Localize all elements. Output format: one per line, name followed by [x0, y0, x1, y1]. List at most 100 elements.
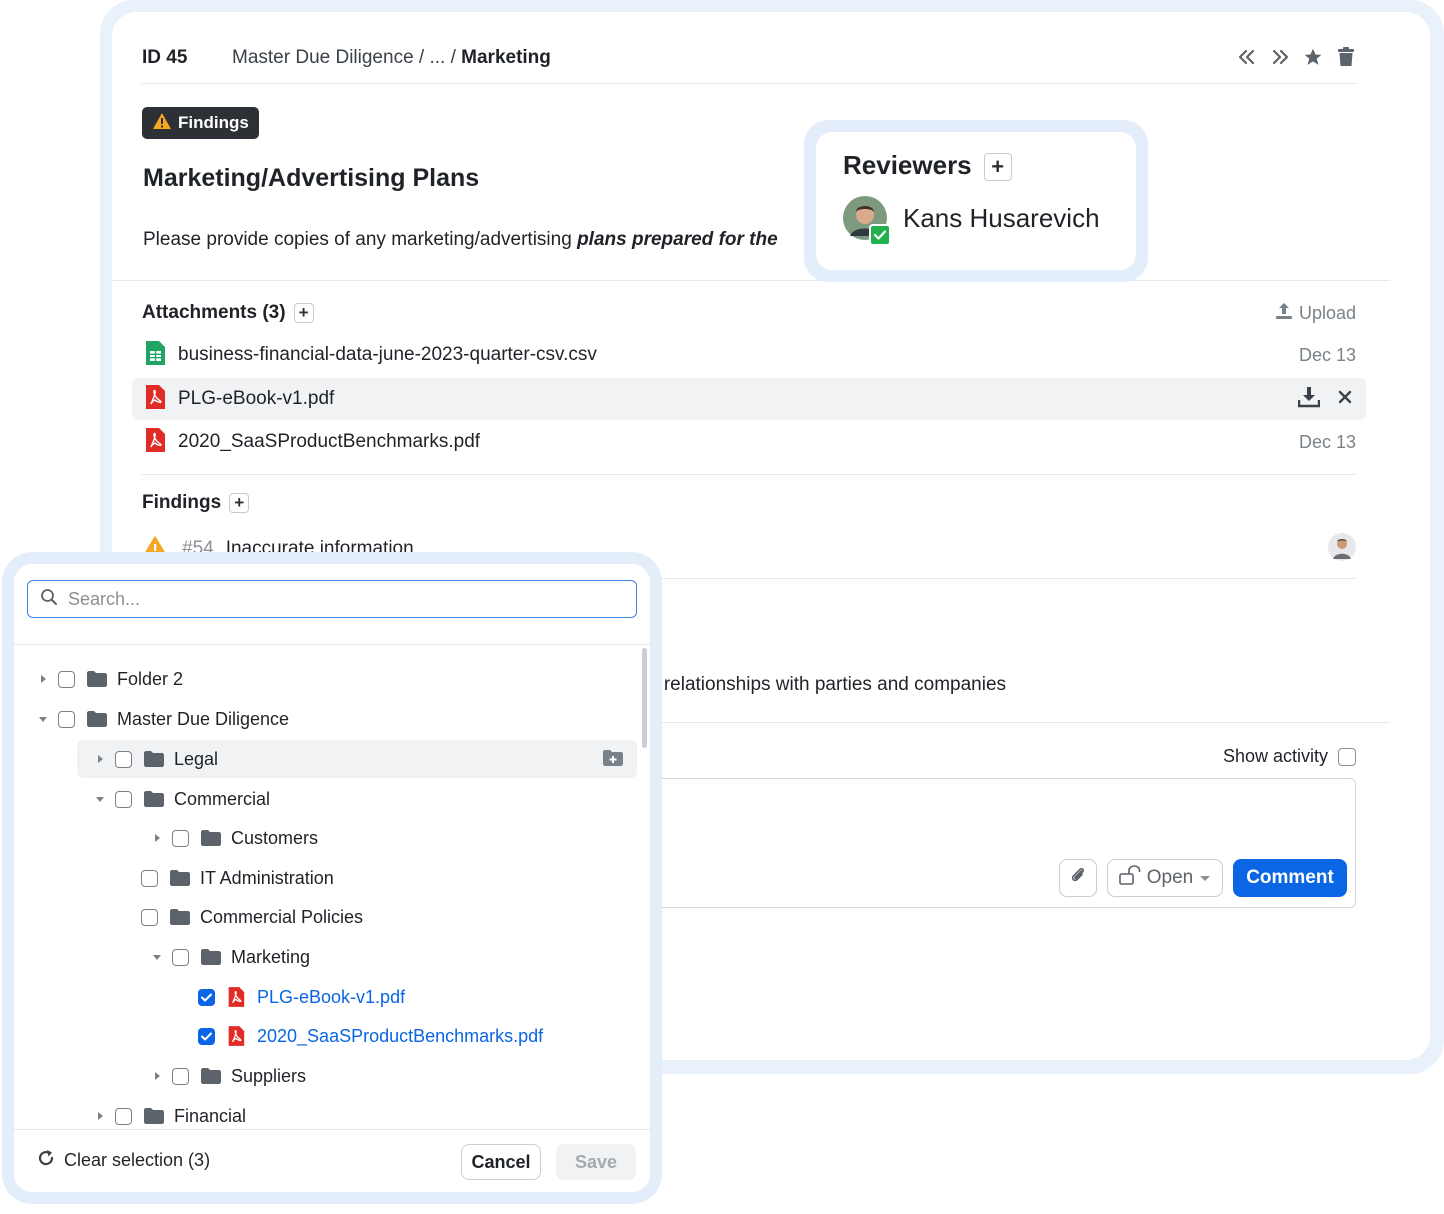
search-input[interactable] — [68, 588, 588, 610]
tree-checkbox[interactable] — [172, 1067, 189, 1085]
folder-icon — [144, 1108, 166, 1124]
attachment-row[interactable]: 2020_SaaSProductBenchmarks.pdf Dec 13 — [132, 421, 1366, 463]
attachment-name[interactable]: business-financial-data-june-2023-quarte… — [178, 344, 597, 366]
tree-label: Folder 2 — [117, 668, 184, 689]
next-icon[interactable] — [1270, 46, 1290, 68]
caret-right-icon[interactable] — [93, 1111, 107, 1121]
tree-label: Financial — [174, 1105, 247, 1126]
comment-box[interactable]: Open Comment — [632, 778, 1356, 908]
tree-item-plg-ebook-pdf[interactable]: PLG-eBook-v1.pdf — [198, 978, 405, 1016]
folder-icon — [170, 870, 192, 886]
tree-label: Master Due Diligence — [117, 708, 290, 729]
description-text: Please provide copies of any marketing/a… — [143, 229, 578, 250]
upload-icon — [1275, 302, 1293, 325]
status-open-dropdown[interactable]: Open — [1107, 859, 1223, 897]
save-button[interactable]: Save — [556, 1144, 636, 1180]
tree-checkbox[interactable] — [115, 790, 132, 808]
download-icon[interactable] — [1297, 386, 1321, 413]
tree-item-legal[interactable]: Legal — [77, 740, 637, 778]
caret-right-icon[interactable] — [150, 1071, 164, 1081]
tree-item-marketing[interactable]: Marketing — [150, 938, 310, 976]
show-activity-checkbox[interactable] — [1338, 747, 1356, 766]
star-icon[interactable] — [1303, 46, 1323, 68]
divider — [14, 1129, 650, 1130]
tree-checkbox[interactable] — [115, 750, 132, 768]
tree-checkbox[interactable] — [115, 1107, 132, 1125]
divider — [112, 280, 1390, 281]
tree-label: Suppliers — [231, 1065, 307, 1086]
upload-button[interactable]: Upload — [1275, 302, 1356, 325]
tree-label: Marketing — [231, 946, 311, 967]
tree-checkbox[interactable] — [172, 948, 189, 966]
pdf-icon — [227, 987, 249, 1007]
add-reviewer-button[interactable]: + — [983, 153, 1012, 182]
chevron-down-icon — [1199, 867, 1211, 889]
caret-down-icon[interactable] — [93, 796, 107, 803]
description-text-partial: e relationships with parties and compani… — [648, 674, 1007, 695]
tree-checkbox[interactable] — [58, 710, 75, 728]
caret-right-icon[interactable] — [150, 833, 164, 843]
attachment-name[interactable]: 2020_SaaSProductBenchmarks.pdf — [178, 431, 480, 453]
tree-item-commercial[interactable]: Commercial — [93, 780, 270, 818]
spreadsheet-icon — [144, 340, 166, 370]
attachment-name[interactable]: PLG-eBook-v1.pdf — [178, 388, 334, 410]
search-box[interactable] — [27, 580, 637, 618]
findings-heading: Findings + — [142, 492, 250, 514]
reviewer-name: Kans Husarevich — [903, 202, 1100, 233]
breadcrumb-current: Marketing — [461, 47, 551, 68]
tree-checkbox[interactable] — [172, 829, 189, 847]
add-finding-button[interactable]: + — [229, 492, 250, 513]
tree-item-saas-benchmarks-pdf[interactable]: 2020_SaaSProductBenchmarks.pdf — [198, 1017, 543, 1055]
attachment-row[interactable]: business-financial-data-june-2023-quarte… — [132, 334, 1366, 376]
tree-item-master-due-diligence[interactable]: Master Due Diligence — [36, 700, 289, 738]
tree-label: Customers — [231, 827, 319, 848]
previous-icon[interactable] — [1237, 46, 1257, 68]
new-folder-icon[interactable] — [603, 750, 623, 771]
caret-right-icon[interactable] — [36, 674, 50, 684]
tree-checkbox-checked[interactable] — [198, 988, 215, 1006]
attach-button[interactable] — [1059, 859, 1097, 897]
folder-icon — [144, 791, 166, 807]
pdf-icon — [144, 427, 166, 457]
cancel-button[interactable]: Cancel — [461, 1144, 541, 1180]
tree-checkbox-checked[interactable] — [198, 1027, 215, 1045]
add-attachment-button[interactable]: + — [293, 302, 314, 323]
caret-down-icon[interactable] — [150, 954, 164, 961]
scrollbar[interactable] — [642, 648, 647, 748]
folder-icon — [201, 1068, 223, 1084]
attachment-row[interactable]: PLG-eBook-v1.pdf — [132, 378, 1366, 420]
warning-icon — [152, 112, 172, 135]
close-icon[interactable] — [1338, 390, 1352, 409]
tree-checkbox[interactable] — [58, 670, 75, 688]
clear-selection-button[interactable]: Clear selection (3) — [36, 1148, 210, 1173]
tree-item-customers[interactable]: Customers — [150, 819, 318, 857]
folder-icon — [87, 671, 109, 687]
show-activity-toggle[interactable]: Show activity — [1223, 746, 1356, 767]
attachment-date: Dec 13 — [1298, 344, 1356, 365]
tree-item-suppliers[interactable]: Suppliers — [150, 1057, 306, 1095]
check-icon — [869, 224, 891, 246]
request-description: Please provide copies of any marketing/a… — [143, 229, 778, 251]
attachments-title: Attachments (3) — [142, 302, 286, 323]
tree-item-it-administration[interactable]: IT Administration — [141, 859, 334, 897]
trash-icon[interactable] — [1336, 46, 1356, 68]
tree-checkbox[interactable] — [141, 908, 158, 926]
search-icon — [40, 588, 58, 611]
tree-checkbox[interactable] — [141, 869, 158, 887]
tree-label: Legal — [174, 748, 219, 769]
caret-right-icon[interactable] — [93, 754, 107, 764]
upload-label: Upload — [1298, 303, 1356, 323]
comment-button[interactable]: Comment — [1233, 859, 1347, 897]
breadcrumb-path[interactable]: Master Due Diligence / ... / — [232, 47, 461, 68]
folder-icon — [87, 711, 109, 727]
avatar[interactable] — [1328, 532, 1356, 566]
tree-item-commercial-policies[interactable]: Commercial Policies — [141, 898, 363, 936]
pdf-icon — [144, 384, 166, 414]
show-activity-label: Show activity — [1222, 746, 1328, 766]
tree-item-folder-2[interactable]: Folder 2 — [36, 660, 183, 698]
attachments-heading: Attachments (3) + — [142, 302, 314, 324]
divider — [14, 644, 650, 645]
caret-down-icon[interactable] — [36, 716, 50, 723]
reviewer-item[interactable]: Kans Husarevich — [843, 196, 1100, 246]
attachment-actions — [1297, 386, 1352, 413]
